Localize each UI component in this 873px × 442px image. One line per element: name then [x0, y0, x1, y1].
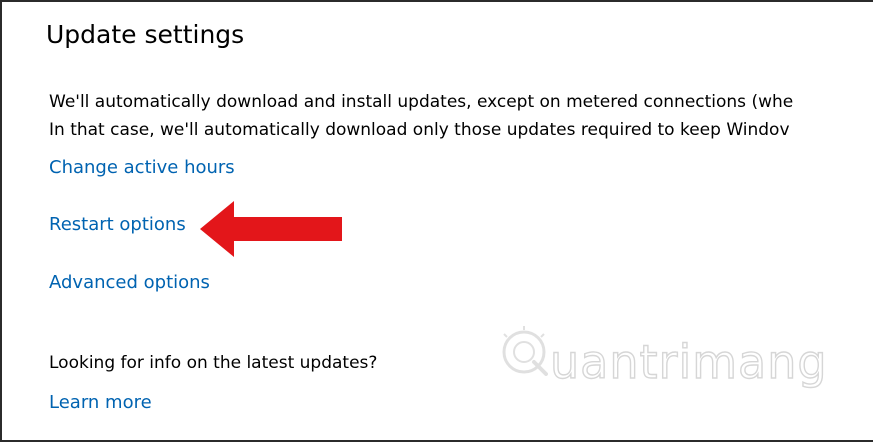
learn-more-link[interactable]: Learn more — [49, 392, 152, 413]
latest-updates-question: Looking for info on the latest updates? — [49, 353, 378, 373]
watermark-text: uantrimang — [549, 334, 828, 389]
red-arrow-left-icon — [200, 201, 342, 257]
description-line-2: In that case, we'll automatically downlo… — [49, 120, 790, 140]
section-title: Update settings — [46, 20, 245, 49]
change-active-hours-link[interactable]: Change active hours — [49, 157, 235, 178]
section-description: We'll automatically download and install… — [49, 88, 873, 144]
description-line-1: We'll automatically download and install… — [49, 92, 794, 112]
update-settings-panel: Update settings We'll automatically down… — [0, 0, 873, 442]
advanced-options-link[interactable]: Advanced options — [49, 272, 210, 293]
quantrimang-logo-icon — [502, 326, 548, 376]
restart-options-link[interactable]: Restart options — [49, 214, 186, 235]
